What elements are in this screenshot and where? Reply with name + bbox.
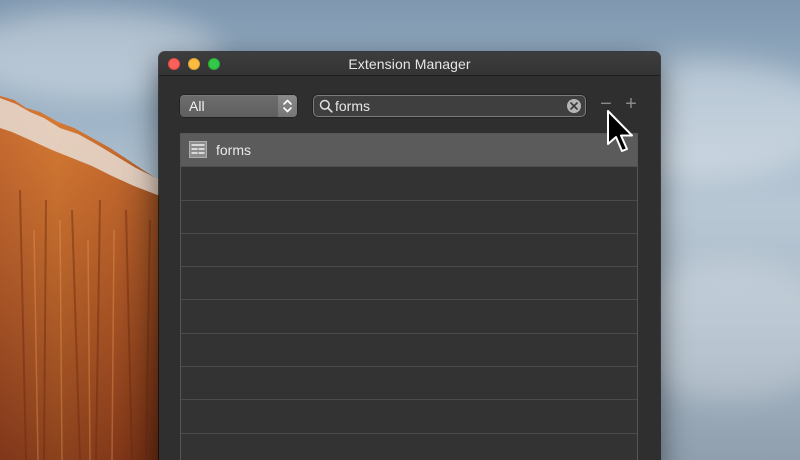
list-item-label: forms: [216, 142, 251, 158]
filter-selected-value: All: [189, 98, 205, 114]
list-item[interactable]: [181, 434, 637, 460]
title-bar[interactable]: Extension Manager: [159, 52, 660, 76]
search-field[interactable]: [313, 95, 586, 117]
clear-icon[interactable]: [567, 99, 581, 113]
list-item[interactable]: [181, 400, 637, 434]
extension-manager-window: Extension Manager All forms − + forms: [159, 52, 660, 460]
mouse-pointer-icon: [607, 110, 633, 152]
list-item[interactable]: [181, 334, 637, 368]
list-item[interactable]: [181, 367, 637, 401]
toolbar: All forms − +: [159, 76, 660, 133]
form-icon: [189, 141, 207, 158]
extension-list[interactable]: forms: [180, 133, 638, 460]
list-item[interactable]: [181, 267, 637, 301]
list-item[interactable]: [181, 234, 637, 268]
search-icon: [319, 99, 333, 113]
list-item[interactable]: [181, 201, 637, 234]
filter-popup-button[interactable]: All: [180, 95, 297, 117]
chevron-updown-icon: [278, 95, 297, 117]
list-item[interactable]: [181, 300, 637, 334]
list-item[interactable]: forms: [181, 134, 637, 168]
list-item[interactable]: [181, 167, 637, 201]
window-title: Extension Manager: [348, 56, 471, 72]
search-input[interactable]: [335, 96, 560, 116]
desktop-wallpaper: Extension Manager All forms − + forms: [0, 0, 800, 460]
